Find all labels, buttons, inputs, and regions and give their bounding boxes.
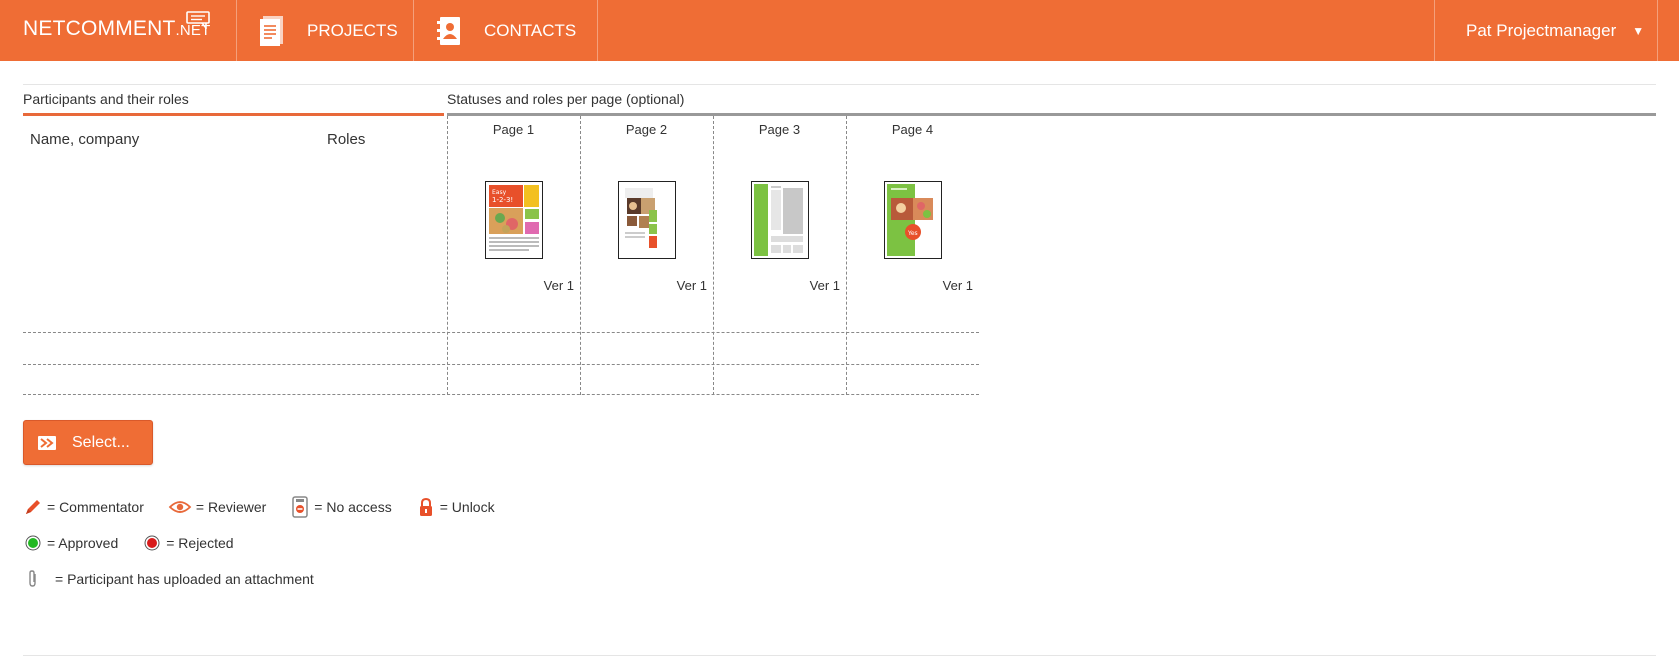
statuses-heading: Statuses and roles per page (optional) xyxy=(447,91,685,107)
legend-label: = Approved xyxy=(47,535,119,551)
page-label: Page 3 xyxy=(758,122,801,137)
divider xyxy=(23,84,1656,85)
page-column-4: Page 4 Yes Ver 1 xyxy=(846,116,979,395)
page-label: Page 2 xyxy=(625,122,668,137)
user-name: Pat Projectmanager xyxy=(1466,20,1617,40)
address-book-icon xyxy=(436,16,462,46)
page-label: Page 1 xyxy=(492,122,535,137)
legend-item: = Approved xyxy=(23,533,118,553)
page-column-1: Page 1 Easy 1-2-3! Ver 1 xyxy=(447,116,580,395)
page-thumbnail-3[interactable] xyxy=(751,181,809,259)
page-label: Page 4 xyxy=(891,122,934,137)
grid-line xyxy=(580,116,581,395)
participants-heading: Participants and their roles xyxy=(23,91,189,107)
select-arrows-icon xyxy=(38,435,56,450)
logo[interactable]: NETCOMMENT.NET xyxy=(23,17,210,41)
select-participants-button[interactable]: Select... xyxy=(23,420,153,465)
page-version: Ver 1 xyxy=(676,278,707,293)
nav-contacts[interactable]: CONTACTS xyxy=(436,0,576,61)
page-thumbnail-4[interactable]: Yes xyxy=(884,181,942,259)
svg-text:Yes: Yes xyxy=(907,230,918,237)
document-icon xyxy=(259,15,285,47)
no-access-icon xyxy=(290,496,310,518)
nav-contacts-label: CONTACTS xyxy=(484,20,577,40)
user-menu[interactable]: Pat Projectmanager ▼ xyxy=(1466,0,1644,61)
page-version: Ver 1 xyxy=(809,278,840,293)
page-version: Ver 1 xyxy=(942,278,973,293)
legend-item: = No access xyxy=(290,496,392,518)
page-column-3: Page 3 Ver 1 xyxy=(713,116,846,395)
divider xyxy=(23,655,1656,656)
nav-divider xyxy=(236,0,237,61)
nav-divider xyxy=(597,0,598,61)
legend-label: = Commentator xyxy=(47,499,144,515)
nav-divider xyxy=(1434,0,1435,61)
select-button-label: Select... xyxy=(72,433,130,451)
pencil-icon xyxy=(23,497,43,517)
page-thumbnail-2[interactable] xyxy=(618,181,676,259)
caret-down-icon: ▼ xyxy=(1632,23,1645,38)
grid-line xyxy=(23,332,979,333)
participants-underline xyxy=(23,113,444,116)
legend-item: = Unlock xyxy=(416,497,495,517)
green-dot-icon xyxy=(23,533,43,553)
grid-line xyxy=(23,394,979,395)
page-thumbnail-1[interactable]: Easy 1-2-3! xyxy=(485,181,543,259)
svg-text:1-2-3!: 1-2-3! xyxy=(492,196,513,204)
top-navigation-bar: NETCOMMENT.NET PROJECTS CONTACTS Pat Pro… xyxy=(0,0,1679,61)
page-column-2: Page 2 Ver 1 xyxy=(580,116,713,395)
eye-icon xyxy=(168,497,192,517)
legend-label: = Rejected xyxy=(166,535,234,551)
legend-item: = Participant has uploaded an attachment xyxy=(23,569,314,589)
speech-bubble-icon xyxy=(186,11,212,34)
legend-roles: = Commentator = Reviewer = No access = U… xyxy=(23,496,519,518)
paperclip-icon xyxy=(23,569,43,589)
red-dot-icon xyxy=(142,533,162,553)
logo-main: NETCOMMENT xyxy=(23,17,176,40)
legend-item: = Rejected xyxy=(142,533,234,553)
page-version: Ver 1 xyxy=(543,278,574,293)
legend-label: = Participant has uploaded an attachment xyxy=(55,571,314,587)
nav-projects[interactable]: PROJECTS xyxy=(259,0,398,61)
column-header-name: Name, company xyxy=(30,131,140,148)
grid-line xyxy=(846,116,847,395)
legend-item: = Reviewer xyxy=(168,497,266,517)
svg-text:Easy: Easy xyxy=(492,189,507,196)
legend-attachments: = Participant has uploaded an attachment xyxy=(23,569,338,589)
nav-divider xyxy=(413,0,414,61)
nav-divider xyxy=(1657,0,1658,61)
legend-label: = Reviewer xyxy=(195,499,267,515)
column-header-roles: Roles xyxy=(327,131,366,148)
legend-label: = No access xyxy=(314,499,392,515)
grid-line xyxy=(713,116,714,395)
legend-label: = Unlock xyxy=(439,499,495,515)
legend-statuses: = Approved = Rejected xyxy=(23,533,258,553)
grid-line xyxy=(23,364,979,365)
lock-icon xyxy=(416,497,436,517)
grid-line xyxy=(447,116,448,395)
legend-item: = Commentator xyxy=(23,497,144,517)
nav-projects-label: PROJECTS xyxy=(307,20,398,40)
